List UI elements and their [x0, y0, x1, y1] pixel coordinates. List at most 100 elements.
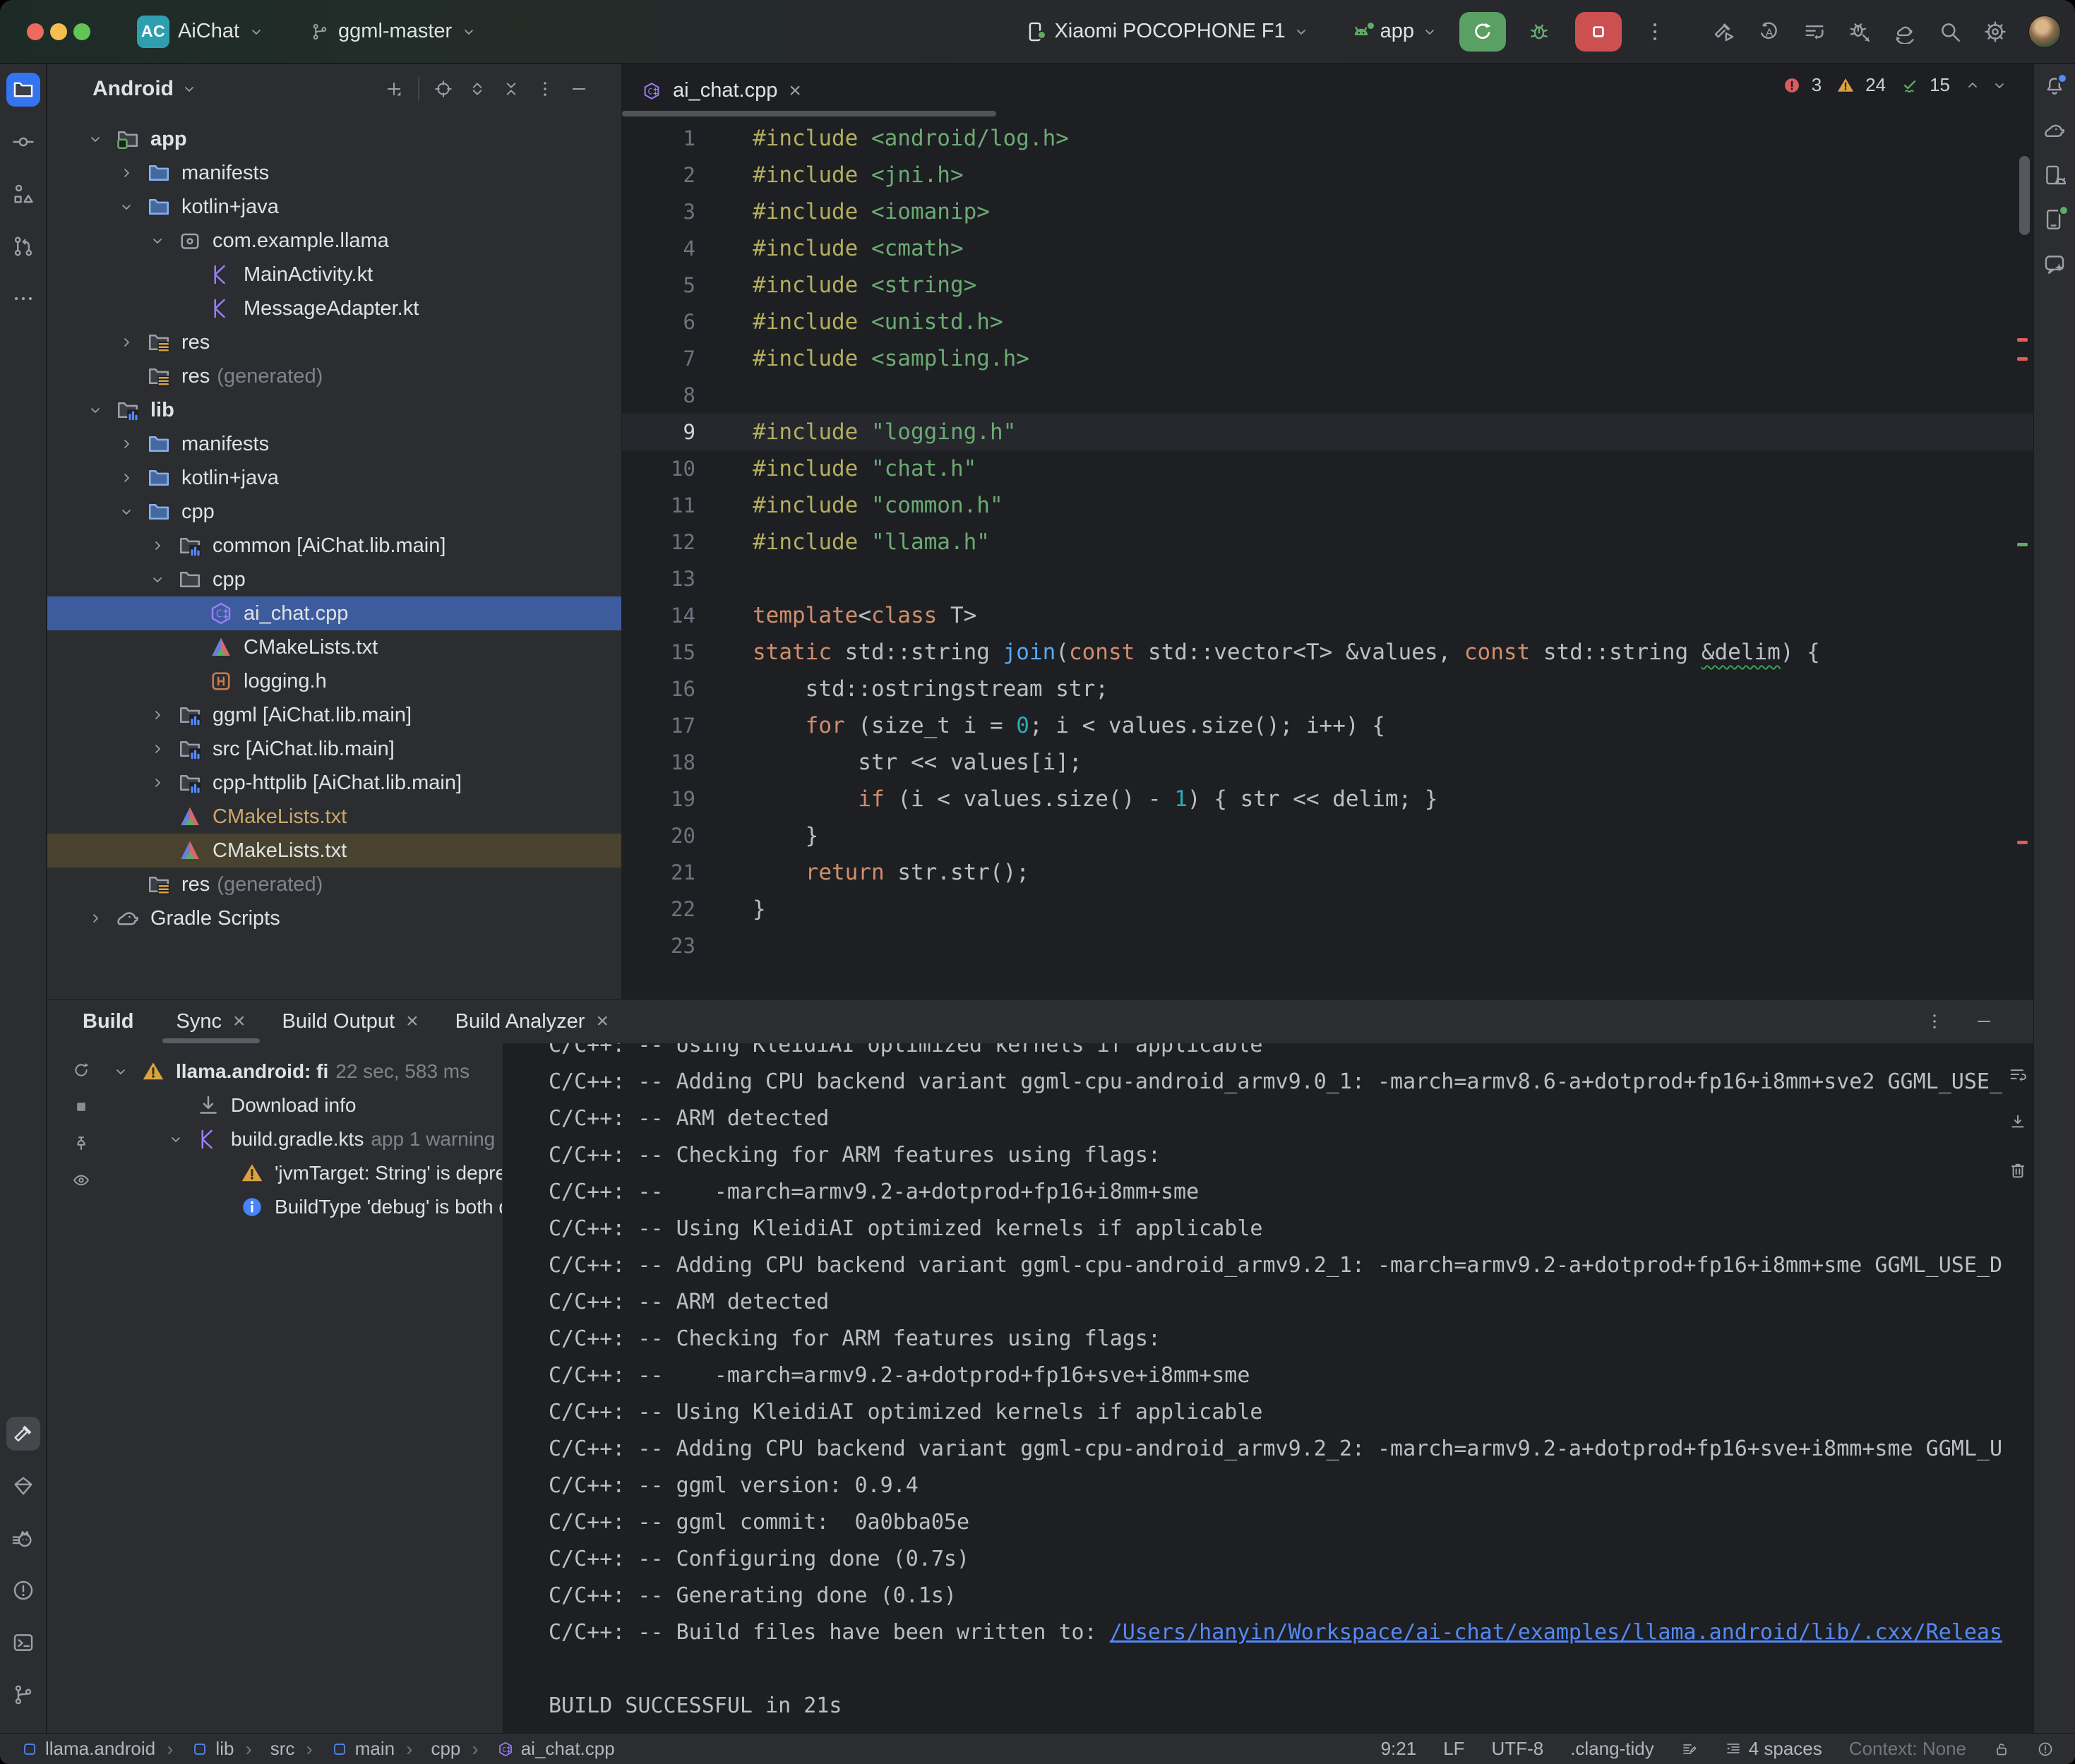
tree-row[interactable]: logging.h	[47, 664, 621, 698]
tree-chevron[interactable]	[180, 673, 208, 690]
sidebar-item-build[interactable]	[6, 1417, 40, 1451]
tree-chevron[interactable]	[149, 842, 177, 859]
tree-row[interactable]: res (generated)	[47, 359, 621, 393]
project-view-selector[interactable]: Android	[92, 77, 198, 101]
macos-window-controls[interactable]	[27, 23, 90, 40]
close-tab-icon[interactable]	[789, 80, 801, 102]
sidebar-item-ai-assistant[interactable]	[2043, 252, 2067, 280]
tree-chevron[interactable]	[87, 131, 115, 148]
expand-all-button[interactable]	[467, 79, 487, 99]
branch-selector[interactable]: ggml-master	[310, 20, 477, 43]
code-line[interactable]: 23	[622, 928, 2033, 964]
context-indicator[interactable]: Context: None	[1849, 1738, 1966, 1760]
tree-chevron[interactable]	[118, 164, 146, 181]
apply-code-changes-icon[interactable]	[1757, 20, 1781, 44]
editor-tab-ai-chat-cpp[interactable]: ai_chat.cpp	[622, 64, 821, 117]
breadcrumb-item[interactable]: main	[294, 1738, 395, 1760]
scroll-to-end-button[interactable]	[2008, 1112, 2028, 1132]
stop-button[interactable]	[1575, 12, 1622, 52]
code-line[interactable]: 22 }	[622, 891, 2033, 928]
tree-row[interactable]: cpp-httplib [AiChat.lib.main]	[47, 766, 621, 800]
code-line[interactable]: 17 for (size_t i = 0; i < values.size();…	[622, 707, 2033, 744]
run-configuration-selector[interactable]: app	[1349, 20, 1438, 44]
code-line[interactable]: 7 #include <sampling.h>	[622, 340, 2033, 377]
code-line[interactable]: 19 if (i < values.size() - 1) { str << d…	[622, 781, 2033, 817]
sidebar-item-structure[interactable]	[6, 177, 40, 211]
tree-chevron[interactable]	[87, 910, 115, 927]
sidebar-item-running-devices[interactable]	[2043, 208, 2067, 235]
tree-chevron[interactable]	[167, 1131, 196, 1148]
file-encoding[interactable]: UTF-8	[1492, 1738, 1544, 1760]
more-actions-button[interactable]	[1643, 20, 1667, 44]
tree-row[interactable]: MainActivity.kt	[47, 258, 621, 292]
tree-row[interactable]: CMakeLists.txt	[47, 630, 621, 664]
prev-problem-icon[interactable]	[1964, 77, 1981, 94]
sidebar-item-device-manager[interactable]	[2043, 163, 2067, 191]
tree-row[interactable]: src [AiChat.lib.main]	[47, 732, 621, 766]
clear-console-button[interactable]	[2008, 1160, 2028, 1180]
build-tree-row[interactable]: llama.android: fi 22 sec, 583 ms	[107, 1055, 502, 1088]
tree-row[interactable]: com.example.llama	[47, 224, 621, 258]
code-line[interactable]: 4 #include <cmath>	[622, 230, 2033, 267]
code-line[interactable]: 21 return str.str();	[622, 854, 2033, 891]
pin-button[interactable]	[71, 1134, 91, 1153]
code-line[interactable]: 6 #include <unistd.h>	[622, 304, 2033, 340]
tree-row[interactable]: lib	[47, 393, 621, 427]
tree-chevron[interactable]	[149, 740, 177, 757]
build-tree-row[interactable]: 'jvmTarget: String' is deprec	[107, 1156, 502, 1190]
sidebar-item-gradle[interactable]	[2043, 119, 2067, 146]
tree-chevron[interactable]	[118, 334, 146, 351]
tree-chevron[interactable]	[112, 1063, 140, 1080]
debug-button[interactable]	[1527, 20, 1551, 44]
code-line[interactable]: 1 #include <android/log.h>	[622, 120, 2033, 157]
search-everywhere-icon[interactable]	[1938, 20, 1962, 44]
tree-row[interactable]: MessageAdapter.kt	[47, 292, 621, 325]
tree-row[interactable]: CMakeLists.txt	[47, 834, 621, 868]
tree-chevron[interactable]	[118, 469, 146, 486]
code-line[interactable]: 3 #include <iomanip>	[622, 193, 2033, 230]
tree-row[interactable]: ai_chat.cpp	[47, 596, 621, 630]
rerun-button[interactable]	[1459, 12, 1506, 52]
build-tab[interactable]: Build Output	[282, 1000, 419, 1043]
tree-chevron[interactable]	[149, 774, 177, 791]
sync-refresh-button[interactable]	[71, 1060, 91, 1080]
device-selector[interactable]: Xiaomi POCOPHONE F1	[1023, 20, 1309, 44]
tree-chevron[interactable]	[167, 1097, 196, 1114]
build-tab[interactable]: Build Analyzer	[455, 1000, 609, 1043]
tree-row[interactable]: kotlin+java	[47, 461, 621, 495]
breadcrumb-item[interactable]: ai_chat.cpp	[460, 1738, 614, 1760]
stop-sync-button[interactable]	[71, 1097, 91, 1117]
error-stripe-mark[interactable]	[2017, 338, 2028, 342]
locate-file-button[interactable]	[433, 79, 453, 99]
change-stripe-mark[interactable]	[2017, 543, 2028, 546]
rollback-lines-icon[interactable]	[1802, 20, 1826, 44]
minimize-window-button[interactable]	[50, 23, 67, 40]
breadcrumb-item[interactable]: src	[234, 1738, 294, 1760]
inspect-filter-button[interactable]	[71, 1170, 91, 1190]
tree-chevron[interactable]	[149, 571, 177, 588]
tree-chevron[interactable]	[118, 368, 146, 385]
tree-chevron[interactable]	[87, 402, 115, 419]
collapse-all-button[interactable]	[501, 79, 521, 99]
hide-panel-button[interactable]	[569, 79, 589, 99]
panel-options-button[interactable]	[535, 79, 555, 99]
tree-chevron[interactable]	[222, 1165, 239, 1182]
close-tab-icon[interactable]	[596, 1011, 609, 1032]
sidebar-item-terminal[interactable]	[6, 1626, 40, 1660]
close-tab-icon[interactable]	[406, 1011, 419, 1032]
tree-row[interactable]: cpp	[47, 495, 621, 529]
tree-row[interactable]: Gradle Scripts	[47, 901, 621, 935]
code-line[interactable]: 11 #include "common.h"	[622, 487, 2033, 524]
code-style-icon[interactable]	[1681, 1741, 1698, 1758]
code-line[interactable]: 2 #include <jni.h>	[622, 157, 2033, 193]
inspections-widget[interactable]: 3 24 15	[1782, 74, 2008, 96]
tree-row[interactable]: res	[47, 325, 621, 359]
sidebar-item-resource-manager[interactable]	[6, 1469, 40, 1503]
sidebar-item-version-control[interactable]	[6, 1678, 40, 1712]
settings-gear-icon[interactable]	[1983, 20, 2007, 44]
problems-status-icon[interactable]	[2037, 1741, 2054, 1758]
tab-scrollbar[interactable]	[622, 111, 996, 116]
tree-chevron[interactable]	[180, 605, 208, 622]
clang-tidy-indicator[interactable]: .clang-tidy	[1570, 1738, 1654, 1760]
code-line[interactable]: 16 std::ostringstream str;	[622, 671, 2033, 707]
